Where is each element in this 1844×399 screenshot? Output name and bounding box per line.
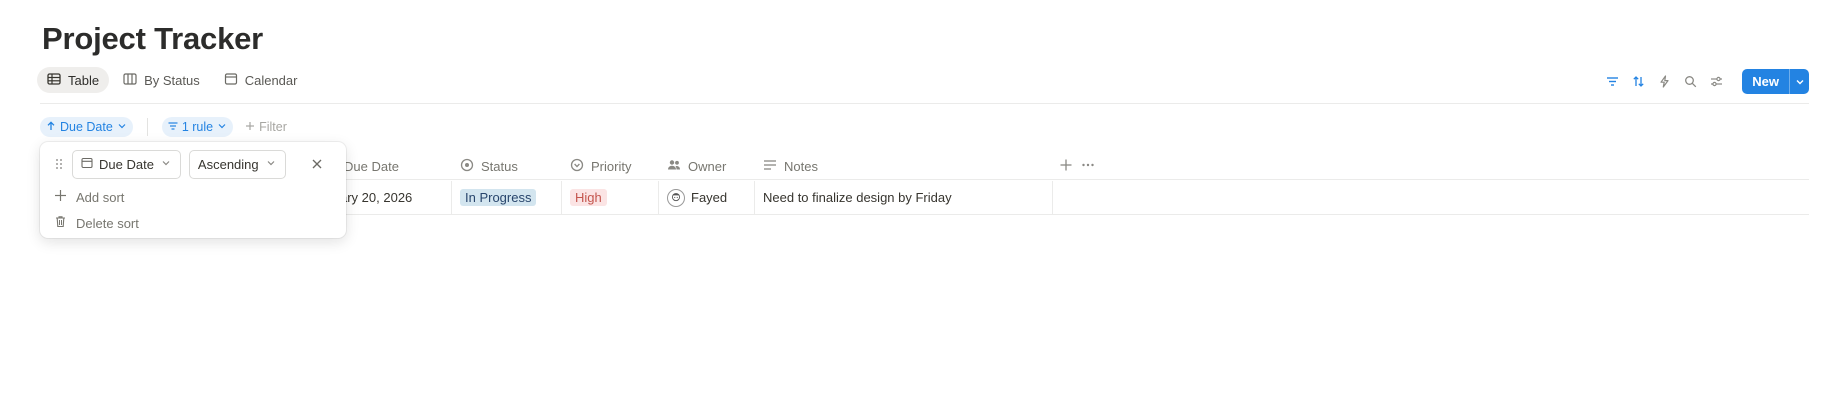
column-owner[interactable]: Owner xyxy=(667,152,726,180)
column-due-date[interactable]: Due Date xyxy=(344,152,399,180)
sort-icon[interactable] xyxy=(1630,74,1646,90)
filter-icon xyxy=(168,120,178,134)
page-title: Project Tracker xyxy=(42,21,264,56)
cell-owner[interactable]: Fayed xyxy=(659,181,755,214)
delete-sort-label: Delete sort xyxy=(76,215,139,231)
sort-direction-select[interactable]: Ascending xyxy=(188,149,286,179)
due-date-value: ary 20, 2026 xyxy=(340,190,413,205)
column-priority[interactable]: Priority xyxy=(570,152,631,180)
tab-by-status-label: By Status xyxy=(144,72,200,88)
column-notes-label: Notes xyxy=(784,158,818,174)
trash-icon xyxy=(54,215,67,231)
sort-direction-value: Ascending xyxy=(197,156,259,172)
add-column-button[interactable] xyxy=(1059,152,1073,180)
status-badge: In Progress xyxy=(460,189,537,206)
view-tabs: Table By Status Calendar xyxy=(37,67,307,93)
avatar xyxy=(667,188,685,207)
plus-icon xyxy=(245,120,255,134)
settings-sliders-icon[interactable] xyxy=(1708,74,1724,90)
sort-chip-label: Due Date xyxy=(60,120,113,134)
add-sort-label: Add sort xyxy=(76,189,125,205)
calendar-icon xyxy=(224,72,238,89)
ellipsis-icon xyxy=(1081,158,1095,175)
column-notes[interactable]: Notes xyxy=(763,152,818,180)
add-sort-button[interactable]: Add sort xyxy=(54,187,124,207)
tab-table-label: Table xyxy=(68,72,100,88)
chevron-down-icon[interactable] xyxy=(1789,69,1809,94)
automation-icon[interactable] xyxy=(1656,74,1672,90)
calendar-icon xyxy=(81,157,93,172)
sort-property-value: Due Date xyxy=(99,156,154,172)
sort-rule: Due Date Ascending xyxy=(54,149,286,179)
table-icon xyxy=(47,72,61,89)
drag-handle-icon[interactable] xyxy=(54,157,64,171)
select-icon xyxy=(570,158,584,175)
board-icon xyxy=(123,72,137,89)
people-icon xyxy=(667,158,681,175)
chip-separator xyxy=(146,118,148,136)
rule-chip[interactable]: 1 rule xyxy=(161,117,234,137)
filter-chip-bar: Due Date 1 rule Filter xyxy=(40,117,287,137)
column-due-date-label: Due Date xyxy=(344,158,399,174)
tab-calendar[interactable]: Calendar xyxy=(214,67,308,93)
filter-icon[interactable] xyxy=(1604,74,1620,90)
cell-notes[interactable]: Need to finalize design by Friday xyxy=(755,181,1053,214)
priority-badge: High xyxy=(570,189,607,206)
notes-value: Need to finalize design by Friday xyxy=(763,190,952,205)
database-toolbar: New xyxy=(1604,69,1809,94)
status-icon xyxy=(460,158,474,175)
new-button[interactable]: New xyxy=(1742,69,1809,94)
plus-icon xyxy=(54,189,67,205)
arrow-up-icon xyxy=(46,120,56,134)
cell-priority[interactable]: High xyxy=(562,181,659,214)
delete-sort-button[interactable]: Delete sort xyxy=(54,213,139,233)
sort-chip[interactable]: Due Date xyxy=(40,117,133,137)
cell-status[interactable]: In Progress xyxy=(452,181,562,214)
tab-by-status[interactable]: By Status xyxy=(113,67,210,93)
add-filter-button[interactable]: Filter xyxy=(245,120,287,134)
chevron-down-icon xyxy=(217,120,227,134)
search-icon[interactable] xyxy=(1682,74,1698,90)
more-options-button[interactable] xyxy=(1081,152,1095,180)
add-filter-label: Filter xyxy=(259,120,287,134)
tab-table[interactable]: Table xyxy=(37,67,110,93)
sort-property-select[interactable]: Due Date xyxy=(72,149,181,179)
tab-calendar-label: Calendar xyxy=(244,72,298,88)
chevron-down-icon xyxy=(160,157,172,172)
close-icon[interactable] xyxy=(310,157,324,171)
column-status[interactable]: Status xyxy=(460,152,518,180)
sort-popover: Due Date Ascending Add sort Delete sort xyxy=(40,142,346,238)
header-divider xyxy=(40,103,1809,104)
column-status-label: Status xyxy=(481,158,518,174)
chevron-down-icon xyxy=(117,120,127,134)
owner-name: Fayed xyxy=(691,190,728,205)
cell-due-date[interactable]: ary 20, 2026 xyxy=(332,181,452,214)
new-button-label: New xyxy=(1752,74,1779,89)
text-lines-icon xyxy=(763,158,777,175)
chevron-down-icon xyxy=(265,157,277,172)
column-priority-label: Priority xyxy=(591,158,632,174)
column-owner-label: Owner xyxy=(688,158,727,174)
rule-chip-label: 1 rule xyxy=(181,120,214,134)
plus-icon xyxy=(1059,158,1073,175)
